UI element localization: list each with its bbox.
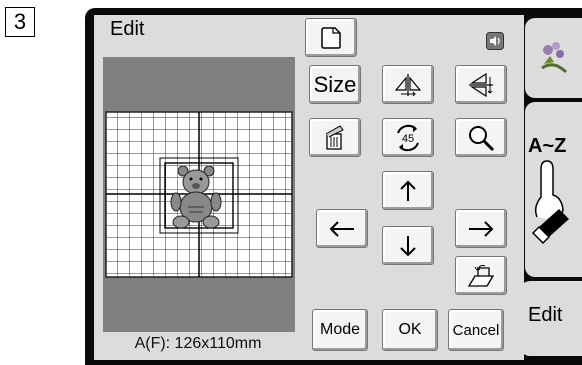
mirror-horizontal-icon bbox=[394, 73, 422, 96]
edit-tab-label: Edit bbox=[528, 304, 563, 326]
screen-title: Edit bbox=[110, 18, 145, 40]
mode-label: Mode bbox=[319, 321, 361, 338]
hoop-move-button[interactable] bbox=[455, 256, 507, 295]
new-design-button[interactable] bbox=[305, 18, 357, 57]
embroidery-preview[interactable] bbox=[103, 57, 295, 332]
mirror-vertical-icon bbox=[469, 72, 493, 97]
move-up-button[interactable] bbox=[382, 171, 434, 210]
hoop-move-icon bbox=[467, 264, 495, 287]
delete-button[interactable] bbox=[309, 118, 361, 157]
arrow-up-icon bbox=[400, 180, 416, 201]
arrow-right-icon bbox=[469, 220, 494, 237]
mirror-horizontal-button[interactable] bbox=[382, 65, 434, 104]
size-label: Size bbox=[313, 71, 357, 97]
mirror-vertical-button[interactable] bbox=[455, 65, 507, 104]
magnifier-icon bbox=[469, 125, 495, 151]
ok-button[interactable]: OK bbox=[382, 309, 438, 351]
eraser-icon bbox=[531, 160, 569, 245]
tab-patterns[interactable] bbox=[525, 18, 582, 98]
tab-fonts[interactable]: A~Z bbox=[525, 102, 582, 277]
rotate-45-icon: 45 bbox=[397, 124, 419, 151]
trash-icon bbox=[325, 124, 344, 150]
font-tab-label: A~Z bbox=[528, 135, 567, 157]
size-button[interactable]: Size bbox=[309, 65, 361, 104]
flower-pattern-icon bbox=[541, 42, 568, 74]
cancel-button[interactable]: Cancel bbox=[448, 309, 504, 351]
page-corner-icon bbox=[321, 26, 341, 49]
tab-edit[interactable]: Edit bbox=[520, 281, 582, 356]
rotate-button[interactable]: 45 bbox=[382, 118, 434, 157]
mode-button[interactable]: Mode bbox=[312, 309, 368, 351]
svg-text:45: 45 bbox=[402, 133, 414, 145]
arrow-down-icon bbox=[400, 235, 416, 256]
zoom-button[interactable] bbox=[455, 118, 507, 157]
speaker-icon[interactable] bbox=[486, 32, 504, 50]
move-right-button[interactable] bbox=[455, 209, 507, 248]
step-number: 3 bbox=[5, 7, 35, 37]
move-left-button[interactable] bbox=[316, 209, 368, 248]
design-size-readout: A(F): 126x110mm bbox=[134, 335, 262, 352]
cancel-label: Cancel bbox=[452, 321, 500, 339]
ok-label: OK bbox=[398, 321, 422, 338]
move-down-button[interactable] bbox=[382, 226, 434, 265]
arrow-left-icon bbox=[329, 220, 354, 237]
